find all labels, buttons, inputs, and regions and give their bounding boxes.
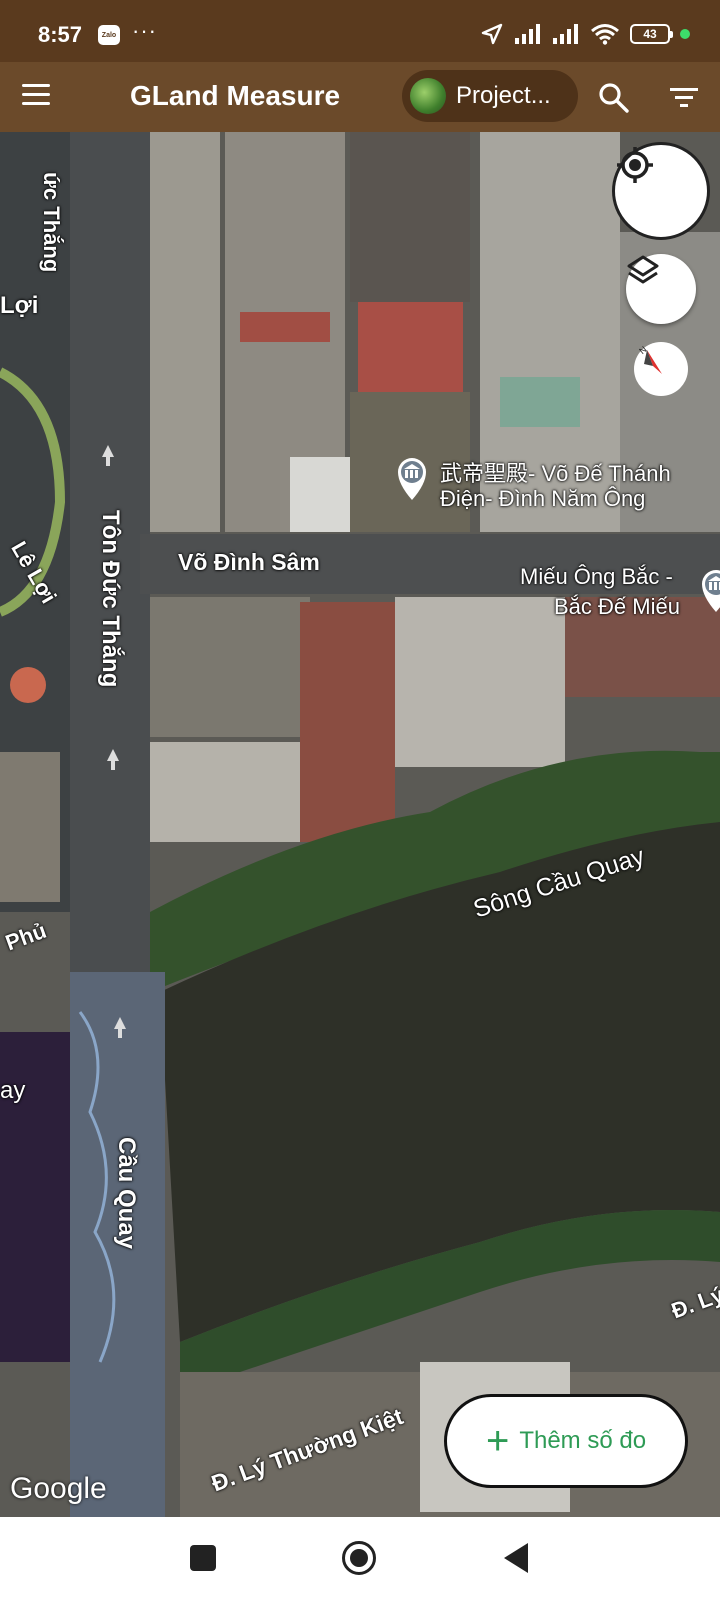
app-bar: GLand Measure Project... [0, 62, 720, 132]
zalo-notification-icon: Zalo [98, 25, 120, 45]
menu-icon[interactable] [22, 84, 50, 108]
map-label-quay: ay [0, 1077, 26, 1104]
project-label: Project... [456, 82, 551, 109]
status-time: 8:57 [38, 22, 83, 47]
my-location-button[interactable] [612, 142, 710, 240]
map-label-cau-quay: Cầu Quay [113, 1137, 140, 1250]
map-label-ton-duc-thang: Tôn Đức Thắng [97, 510, 124, 688]
wifi-icon [591, 24, 619, 45]
compass-button[interactable]: N [634, 342, 688, 396]
filter-icon[interactable] [668, 84, 700, 112]
crosshair-icon [617, 147, 653, 183]
map-view[interactable]: ức Thắng Lợi 武帝聖殿- Võ Đế Thánh Điện- Đìn… [0, 132, 720, 1517]
map-label-poi-mieu-2: Bắc Đế Miếu [554, 594, 680, 619]
signal-icon [515, 24, 540, 44]
satellite-imagery [0, 132, 720, 1517]
plus-icon: + [485, 1419, 510, 1463]
project-selector[interactable]: Project... [402, 70, 578, 122]
monument-icon[interactable] [696, 566, 720, 614]
map-label-vo-dinh-sam: Võ Đình Sâm [178, 549, 320, 575]
map-layers-button[interactable] [626, 254, 696, 324]
status-icons: 43 [480, 22, 690, 46]
privacy-indicator [680, 29, 690, 39]
home-button[interactable] [342, 1541, 376, 1575]
recents-button[interactable] [190, 1545, 216, 1571]
app-title: GLand Measure [130, 80, 341, 111]
map-label-poi-vo-de-1: 武帝聖殿- Võ Đế Thánh [440, 461, 671, 486]
signal-icon [553, 24, 578, 44]
search-icon[interactable] [596, 80, 632, 116]
google-attribution: Google [10, 1472, 107, 1505]
project-thumbnail [410, 78, 446, 114]
map-label-poi-mieu-1: Miếu Ông Bắc - [520, 564, 673, 589]
location-arrow-icon [481, 23, 503, 45]
system-nav-bar [0, 1517, 720, 1601]
map-label-ton-duc-thang-top: ức Thắng [39, 172, 64, 273]
monument-icon[interactable] [392, 454, 432, 502]
more-notifications-icon: ··· [132, 18, 157, 43]
compass-icon: N [637, 344, 662, 374]
back-button[interactable] [504, 1543, 528, 1573]
map-label-poi-vo-de-2: Điện- Đình Năm Ông [440, 486, 646, 511]
map-label-le-loi-top: Lợi [0, 292, 39, 319]
add-measurement-label: Thêm số đo [519, 1427, 647, 1454]
layers-icon [627, 255, 659, 284]
add-measurement-button[interactable]: + Thêm số đo [444, 1394, 688, 1488]
battery-icon: 43 [630, 24, 673, 44]
status-bar: 8:57 Zalo ··· 43 [0, 0, 720, 62]
